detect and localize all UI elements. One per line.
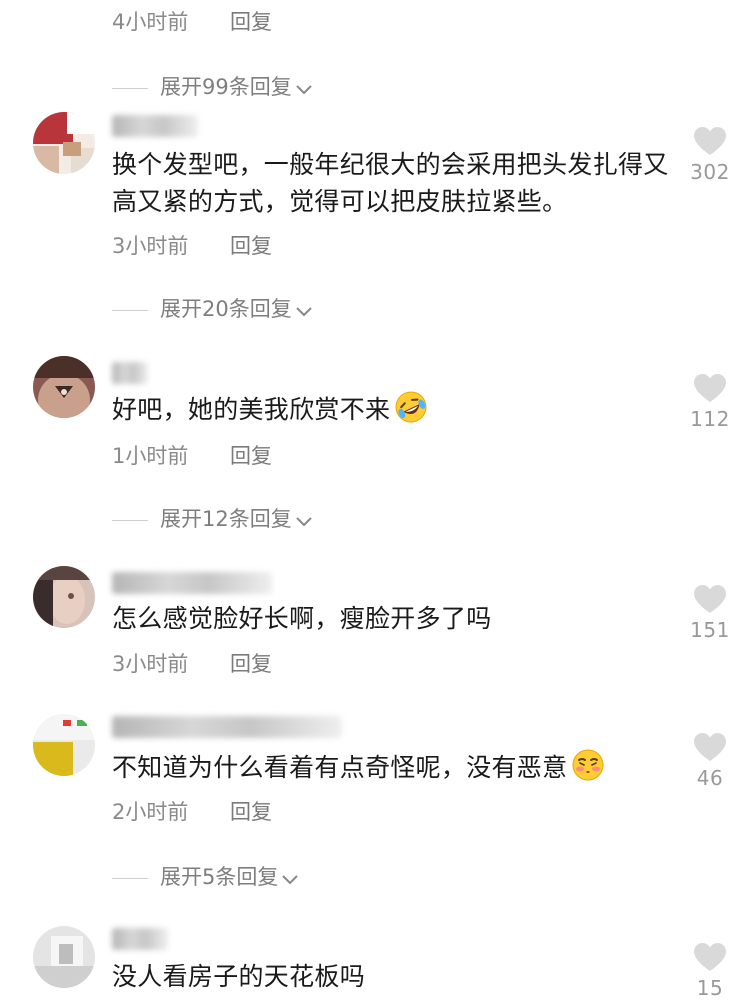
chevron-down-icon bbox=[296, 295, 312, 325]
reply-button[interactable]: 回复 bbox=[230, 650, 272, 678]
heart-icon bbox=[688, 126, 732, 156]
expand-label: 展开5条回复 bbox=[160, 865, 279, 889]
smirking-blush-emoji bbox=[571, 748, 605, 782]
expand-label: 展开99条回复 bbox=[160, 75, 292, 99]
like-button[interactable]: 112 bbox=[688, 373, 732, 431]
avatar[interactable] bbox=[33, 566, 95, 628]
reply-button[interactable]: 回复 bbox=[230, 442, 272, 470]
username[interactable] bbox=[112, 716, 342, 738]
comment-meta: 1小时前 回复 bbox=[112, 442, 272, 470]
chevron-down-icon bbox=[282, 863, 299, 893]
comment-text: 不知道为什么看着有点奇怪呢，没有恶意 bbox=[112, 748, 672, 786]
rolling-laughing-emoji bbox=[394, 390, 428, 424]
username[interactable] bbox=[112, 115, 198, 137]
comment-time: 3小时前 bbox=[112, 652, 189, 676]
expand-label: 展开20条回复 bbox=[160, 297, 292, 321]
expand-replies-button[interactable]: 展开5条回复 bbox=[112, 862, 299, 893]
like-count: 112 bbox=[690, 407, 730, 431]
like-count: 302 bbox=[690, 160, 730, 184]
comment-section: 4小时前 回复 展开99条回复 换个发型吧，一般年纪很大的会采用把头发扎得又高又紧… bbox=[0, 0, 753, 1000]
expand-label: 展开12条回复 bbox=[160, 507, 292, 531]
divider-line bbox=[112, 309, 148, 311]
comment-text-content: 不知道为什么看着有点奇怪呢，没有恶意 bbox=[112, 753, 568, 782]
comment-text-content: 好吧，她的美我欣赏不来 bbox=[112, 395, 391, 424]
like-button[interactable]: 15 bbox=[688, 942, 732, 1000]
avatar[interactable] bbox=[33, 112, 95, 174]
comment-time: 1小时前 bbox=[112, 444, 189, 468]
avatar[interactable] bbox=[33, 926, 95, 988]
username[interactable] bbox=[112, 362, 148, 384]
reply-button[interactable]: 回复 bbox=[230, 8, 272, 36]
heart-icon bbox=[688, 732, 732, 762]
expand-replies-button[interactable]: 展开99条回复 bbox=[112, 72, 312, 102]
comment-time: 4小时前 bbox=[112, 10, 189, 34]
divider-line bbox=[112, 877, 148, 879]
reply-button[interactable]: 回复 bbox=[230, 798, 272, 826]
avatar[interactable] bbox=[33, 356, 95, 418]
comment-meta: 3小时前 回复 bbox=[112, 232, 272, 260]
reply-button[interactable]: 回复 bbox=[230, 232, 272, 260]
like-count: 15 bbox=[696, 976, 724, 1000]
comment-text: 好吧，她的美我欣赏不来 bbox=[112, 390, 672, 428]
comment-meta: 4小时前 回复 bbox=[112, 8, 272, 36]
username[interactable] bbox=[112, 928, 168, 950]
comment-time: 2小时前 bbox=[112, 800, 189, 824]
comment-time: 3小时前 bbox=[112, 234, 189, 258]
like-button[interactable]: 302 bbox=[688, 126, 732, 184]
expand-replies-button[interactable]: 展开12条回复 bbox=[112, 504, 312, 534]
expand-replies-button[interactable]: 展开20条回复 bbox=[112, 294, 312, 324]
avatar[interactable] bbox=[33, 714, 95, 776]
divider-line bbox=[112, 519, 148, 521]
like-button[interactable]: 46 bbox=[688, 732, 732, 790]
divider-line bbox=[112, 87, 148, 89]
comment-meta: 3小时前 回复 bbox=[112, 650, 272, 678]
chevron-down-icon bbox=[296, 505, 312, 535]
heart-icon bbox=[688, 373, 732, 403]
comment-meta: 2小时前 回复 bbox=[112, 798, 272, 826]
like-button[interactable]: 151 bbox=[688, 584, 732, 642]
heart-icon bbox=[688, 584, 732, 614]
username[interactable] bbox=[112, 572, 272, 594]
comment-text: 换个发型吧，一般年纪很大的会采用把头发扎得又高又紧的方式，觉得可以把皮肤拉紧些。 bbox=[112, 150, 669, 216]
like-count: 46 bbox=[696, 766, 724, 790]
comment-text: 没人看房子的天花板吗 bbox=[112, 962, 366, 991]
comment-text: 怎么感觉脸好长啊，瘦脸开多了吗 bbox=[112, 604, 492, 633]
heart-icon bbox=[688, 942, 732, 972]
like-count: 151 bbox=[690, 618, 730, 642]
chevron-down-icon bbox=[296, 73, 312, 103]
